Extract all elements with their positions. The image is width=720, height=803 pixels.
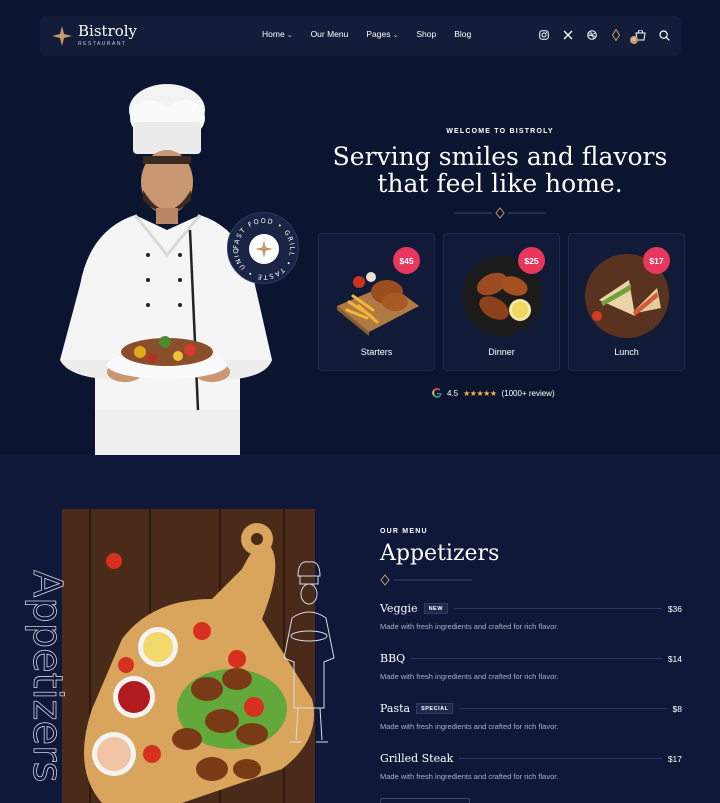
brand-tagline: RESTAURANT — [78, 41, 127, 47]
nav-item-our-menu[interactable]: Our Menu — [311, 29, 349, 39]
menu-item-name: BBQ — [380, 652, 406, 665]
chevron-down-icon: ⌄ — [286, 32, 293, 39]
card-label: Starters — [360, 347, 393, 357]
chef-lineart-illustration — [283, 561, 335, 743]
search-icon[interactable] — [657, 28, 671, 42]
badge-ring: FAST FOOD • GRILL • TASTE • UNIQUE • — [225, 207, 295, 281]
menu-item-price: $17 — [667, 753, 682, 764]
rating-score: 4.5 — [447, 388, 459, 398]
hero-eyebrow: WELCOME TO BISTROLY — [446, 128, 554, 135]
menu-eyebrow: OUR MENU — [380, 528, 428, 535]
menu-item-description: Made with fresh ingredients and crafted … — [380, 772, 559, 781]
ornament-divider — [454, 207, 546, 219]
navbar: Bistroly RESTAURANT Home ⌄ Our Menu Pages… — [40, 16, 681, 56]
menu-item-grilled-steak[interactable]: Grilled Steak $17 Made with fresh ingred… — [380, 752, 682, 781]
header-icons: 0 — [537, 28, 671, 44]
menu-item-description: Made with fresh ingredients and crafted … — [380, 722, 559, 731]
brand-name: Bistroly — [78, 22, 138, 40]
menu-item-name: Veggie — [380, 602, 418, 615]
nav-item-blog[interactable]: Blog — [454, 29, 471, 39]
menu-item-description: Made with fresh ingredients and crafted … — [380, 622, 559, 631]
vertical-appetizers-text: Appetizers — [24, 570, 71, 783]
dribbble-icon[interactable] — [585, 28, 599, 42]
chevron-down-icon: ⌄ — [392, 32, 399, 39]
svg-text:Appetizers: Appetizers — [24, 570, 70, 782]
menu-item-name: Grilled Steak — [380, 752, 454, 765]
nav-item-pages[interactable]: Pages ⌄ — [366, 29, 398, 39]
dotted-leader — [459, 758, 662, 759]
menu-item-description: Made with fresh ingredients and crafted … — [380, 672, 559, 681]
menu-item-name: Pasta — [380, 702, 411, 715]
card-starters[interactable]: $45 Starters — [318, 233, 435, 371]
hero-title: Serving smiles and flavors that feel lik… — [332, 142, 668, 198]
instagram-icon[interactable] — [537, 28, 551, 42]
menu-item-pasta[interactable]: Pasta SPECIAL $8 Made with fresh ingredi… — [380, 702, 682, 731]
x-icon[interactable] — [561, 28, 575, 42]
dotted-leader — [453, 608, 662, 609]
menu-item-tag: SPECIAL — [416, 703, 454, 714]
card-label: Dinner — [488, 347, 515, 357]
card-label: Lunch — [614, 347, 639, 357]
price-badge: $45 — [393, 247, 420, 274]
menu-item-bbq[interactable]: BBQ $14 Made with fresh ingredients and … — [380, 652, 682, 681]
specialty-badge: FAST FOOD • GRILL • TASTE • UNIQUE • — [225, 207, 299, 284]
card-lunch[interactable]: $17 Lunch — [568, 233, 685, 371]
logo-star-icon — [52, 25, 72, 46]
menu-item-tag: NEW — [423, 603, 448, 614]
nav-item-shop[interactable]: Shop — [416, 29, 436, 39]
nav-item-home[interactable]: Home ⌄ — [262, 29, 293, 39]
google-rating: 4.5 ★★★★★ (1000+ review) — [432, 388, 555, 398]
ornament-divider — [380, 574, 472, 586]
cart-icon[interactable]: 0 — [630, 28, 647, 44]
google-icon — [432, 388, 442, 398]
logo[interactable]: Bistroly RESTAURANT — [52, 24, 137, 47]
card-dinner[interactable]: $25 Dinner — [443, 233, 560, 371]
menu-item-price: $14 — [667, 653, 682, 664]
menu-title: Appetizers — [380, 541, 500, 566]
menu-item-price: $8 — [672, 703, 682, 714]
dotted-leader — [411, 658, 662, 659]
price-badge: $25 — [518, 247, 545, 274]
review-count: (1000+ review) — [501, 388, 555, 398]
main-nav: Home ⌄ Our Menu Pages ⌄ Shop Blog — [262, 29, 471, 39]
menu-item-price: $36 — [667, 603, 682, 614]
star-rating-icon: ★★★★★ — [463, 388, 497, 398]
menu-item-veggie[interactable]: Veggie NEW $36 Made with fresh ingredien… — [380, 602, 682, 631]
featured-cards: $45 Starters $25 Dinner $17 Lunch — [318, 233, 685, 371]
dotted-leader — [459, 708, 667, 709]
view-menu-button[interactable] — [380, 798, 470, 803]
cart-count-badge: 0 — [630, 36, 638, 44]
price-badge: $17 — [643, 247, 670, 274]
diamond-icon — [609, 28, 623, 42]
